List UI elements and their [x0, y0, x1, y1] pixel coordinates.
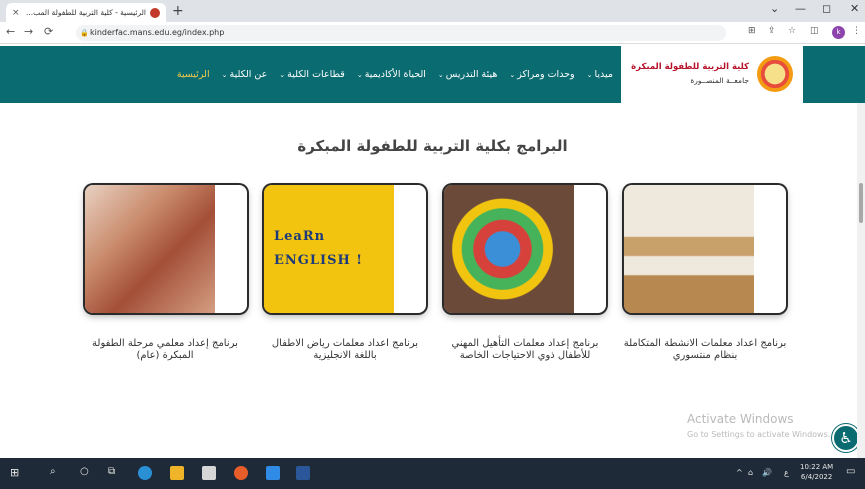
chevron-down-icon: ⌄: [437, 71, 444, 79]
learn-english-image: LeaRn ENGLISH !: [264, 185, 394, 313]
faculty-emblem-icon: [757, 56, 793, 92]
section-title: البرامج بكلية التربية للطفولة المبكرة: [297, 137, 568, 155]
file-explorer-icon[interactable]: [170, 466, 184, 480]
chrome-icon[interactable]: [234, 466, 248, 480]
nav-item-sectors[interactable]: قطاعات الكلية⌄: [279, 69, 345, 80]
nav-item-units-centers[interactable]: وحدات ومراكز⌄: [509, 69, 574, 80]
tab-search-icon[interactable]: ⌄: [770, 2, 779, 15]
notifications-icon[interactable]: ▭: [846, 466, 855, 477]
close-window-button[interactable]: ✕: [850, 2, 859, 15]
browser-tab-bar: × الرئيسية - كلية التربية للطفولة المب..…: [0, 0, 865, 22]
address-bar-row: ← → ⟳ 🔒 kinderfac.mans.edu.eg/index.php …: [0, 22, 865, 44]
translate-icon[interactable]: ⊞: [748, 26, 756, 36]
share-icon[interactable]: ⇪: [768, 26, 776, 36]
logo-subtitle: جامعــة المنصــورة: [690, 76, 749, 85]
program-card-image[interactable]: [444, 185, 606, 313]
program-caption[interactable]: برنامج إعداد معلمات التأهيل المهني للأطف…: [440, 338, 610, 362]
mail-icon[interactable]: [266, 466, 280, 480]
program-caption[interactable]: برنامج إعداد معلمي مرحلة الطفولة المبكرة…: [80, 338, 250, 362]
system-clock[interactable]: 10:22 AM 6/4/2022: [800, 462, 833, 482]
nav-item-media[interactable]: ميديا⌄: [587, 69, 613, 80]
painted-hands-image: [444, 185, 574, 313]
montessori-shelf-image: [624, 185, 754, 313]
cortana-icon[interactable]: ○: [80, 466, 89, 477]
program-caption[interactable]: برنامج اعداد معلمات الانشطة المتكاملة بن…: [620, 338, 790, 362]
lock-icon: 🔒: [80, 29, 89, 37]
site-favicon-icon: [150, 7, 160, 18]
network-icon[interactable]: ⌂: [748, 468, 753, 477]
clock-date: 6/4/2022: [800, 473, 833, 481]
search-icon[interactable]: ⌕: [50, 466, 56, 477]
site-logo[interactable]: كلية التربية للطفولة المبكرة جامعــة الم…: [621, 46, 803, 103]
browser-tab[interactable]: × الرئيسية - كلية التربية للطفولة المب..…: [6, 3, 166, 22]
teacher-with-children-image: [85, 185, 215, 313]
chevron-down-icon: ⌄: [221, 71, 228, 79]
program-card-image[interactable]: [624, 185, 786, 313]
edge-icon[interactable]: [138, 466, 152, 480]
maximize-button[interactable]: ◻: [822, 2, 831, 15]
menu-kebab-icon[interactable]: ⋮: [852, 26, 861, 36]
reload-icon[interactable]: ⟳: [44, 25, 53, 38]
tab-title: الرئيسية - كلية التربية للطفولة المب...: [25, 8, 146, 17]
site-header: كلية التربية للطفولة المبكرة جامعــة الم…: [0, 46, 865, 103]
learn-letters: LeaRn: [274, 229, 326, 244]
url-input[interactable]: 🔒 kinderfac.mans.edu.eg/index.php: [76, 25, 726, 41]
program-card-image[interactable]: [85, 185, 247, 313]
windows-taskbar: ⊞ ⌕ ○ ⧉ ^ ⌂ 🔊 ع 10:22 AM 6/4/2022 ▭: [0, 458, 865, 489]
bookmark-star-icon[interactable]: ☆: [788, 26, 796, 36]
activate-windows-subtitle: Go to Settings to activate Windows.: [687, 430, 831, 439]
store-icon[interactable]: [202, 466, 216, 480]
nav-item-academic-life[interactable]: الحياة الأكاديمية⌄: [357, 69, 426, 80]
minimize-button[interactable]: —: [795, 2, 806, 15]
program-card-image[interactable]: LeaRn ENGLISH !: [264, 185, 426, 313]
nav-item-home[interactable]: الرئيسية: [177, 69, 210, 80]
accessibility-icon[interactable]: ♿: [832, 424, 860, 452]
new-tab-button[interactable]: +: [172, 3, 184, 19]
clock-time: 10:22 AM: [800, 463, 834, 471]
chevron-down-icon: ⌄: [509, 71, 516, 79]
profile-avatar[interactable]: k: [832, 26, 845, 39]
word-icon[interactable]: [296, 466, 310, 480]
tray-chevron-icon[interactable]: ^: [736, 468, 743, 477]
volume-icon[interactable]: 🔊: [762, 468, 772, 477]
nav-item-about[interactable]: عن الكلية⌄: [222, 69, 268, 80]
task-view-icon[interactable]: ⧉: [108, 466, 115, 477]
tab-close-icon[interactable]: ×: [12, 8, 20, 18]
forward-icon[interactable]: →: [24, 25, 33, 38]
scroll-thumb[interactable]: [859, 183, 863, 223]
nav-item-faculty-staff[interactable]: هيئة التدريس⌄: [438, 69, 497, 80]
page-scrollbar[interactable]: [857, 103, 865, 458]
back-icon[interactable]: ←: [6, 25, 15, 38]
chevron-down-icon: ⌄: [356, 71, 363, 79]
english-letters: ENGLISH !: [274, 253, 364, 268]
main-nav: الرئيسية عن الكلية⌄ قطاعات الكلية⌄ الحيا…: [177, 46, 613, 103]
activate-windows-title: Activate Windows: [687, 412, 794, 426]
chevron-down-icon: ⌄: [279, 71, 286, 79]
program-caption[interactable]: برنامج اعداد معلمات رياض الاطفال باللغة …: [260, 338, 430, 362]
sidebar-icon[interactable]: ◫: [810, 26, 819, 36]
chevron-down-icon: ⌄: [586, 71, 593, 79]
url-text: kinderfac.mans.edu.eg/index.php: [90, 28, 225, 37]
windows-start-icon[interactable]: ⊞: [10, 466, 19, 479]
language-indicator[interactable]: ع: [784, 468, 789, 477]
logo-title: كلية التربية للطفولة المبكرة: [631, 62, 749, 72]
